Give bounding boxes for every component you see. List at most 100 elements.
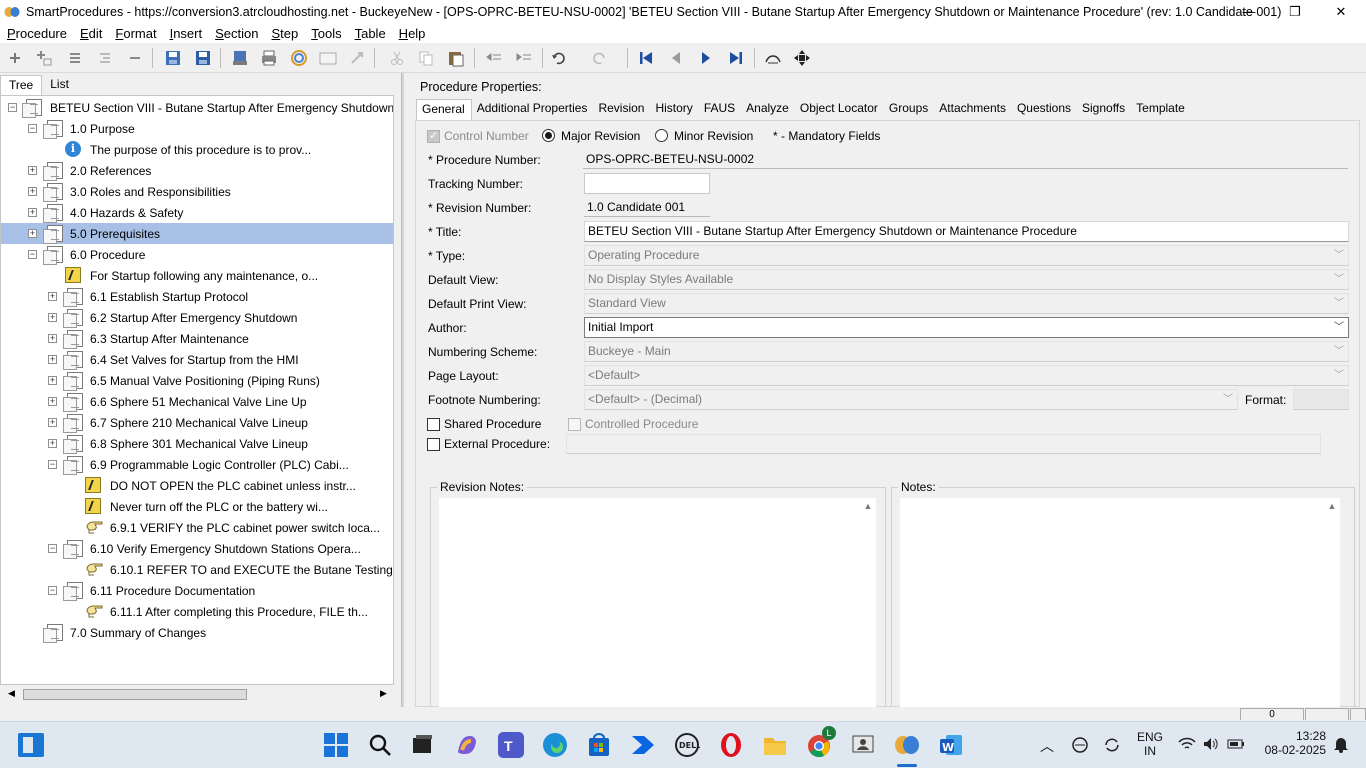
expand-icon[interactable]: + bbox=[28, 166, 37, 175]
previous-icon[interactable] bbox=[665, 47, 687, 69]
scroll-left-arrow[interactable]: ◀ bbox=[8, 688, 15, 699]
copilot-icon[interactable] bbox=[454, 732, 480, 758]
outdent-icon[interactable] bbox=[483, 47, 505, 69]
add-child-icon[interactable] bbox=[33, 47, 55, 69]
first-icon[interactable] bbox=[635, 47, 657, 69]
tab-faus[interactable]: FAUS bbox=[699, 99, 741, 120]
cut-icon[interactable] bbox=[386, 47, 408, 69]
type-select[interactable]: Operating Procedure ﹀ bbox=[584, 245, 1349, 266]
paste-icon[interactable] bbox=[445, 47, 467, 69]
default-view-select[interactable]: No Display Styles Available ﹀ bbox=[584, 269, 1349, 290]
title-input[interactable]: BETEU Section VIII - Butane Startup Afte… bbox=[584, 221, 1349, 242]
close-button[interactable]: ✕ bbox=[1318, 0, 1364, 23]
tab-attachments[interactable]: Attachments bbox=[934, 99, 1012, 120]
tab-history[interactable]: History bbox=[650, 99, 698, 120]
page-layout-select[interactable]: <Default> ﹀ bbox=[584, 365, 1349, 386]
network-sync-icon[interactable] bbox=[1070, 736, 1090, 757]
expand-icon[interactable]: + bbox=[28, 229, 37, 238]
tree-item[interactable]: +6.2 Startup After Emergency Shutdown bbox=[1, 307, 393, 328]
expand-icon[interactable]: + bbox=[48, 355, 57, 364]
expand-icon[interactable]: + bbox=[48, 397, 57, 406]
tab-signoffs[interactable]: Signoffs bbox=[1077, 99, 1131, 120]
expand-icon[interactable]: + bbox=[48, 334, 57, 343]
tree-item[interactable]: − 6.11 Procedure Documentation bbox=[1, 580, 393, 601]
controlled-procedure-checkbox[interactable] bbox=[568, 418, 581, 431]
tree-item[interactable]: Never turn off the PLC or the battery wi… bbox=[1, 496, 393, 517]
tree-item[interactable]: DO NOT OPEN the PLC cabinet unless instr… bbox=[1, 475, 393, 496]
minimize-button[interactable]: — bbox=[1226, 0, 1272, 23]
save-all-icon[interactable] bbox=[162, 47, 184, 69]
volume-icon[interactable] bbox=[1202, 736, 1220, 755]
refresh-icon[interactable] bbox=[288, 47, 310, 69]
teams-icon[interactable]: T bbox=[498, 732, 524, 758]
menu-format[interactable]: Format bbox=[108, 26, 162, 41]
chevron-up-icon[interactable]: ︿ bbox=[1040, 736, 1054, 756]
tab-analyze[interactable]: Analyze bbox=[741, 99, 795, 120]
indent-list-icon[interactable] bbox=[94, 47, 116, 69]
menu-step[interactable]: Step bbox=[264, 26, 304, 41]
expand-icon[interactable]: + bbox=[28, 208, 37, 217]
tree-item[interactable]: For Startup following any maintenance, o… bbox=[1, 265, 393, 286]
page-icon[interactable] bbox=[317, 47, 339, 69]
redo-icon[interactable] bbox=[592, 47, 614, 69]
tree-item[interactable]: +4.0 Hazards & Safety bbox=[1, 202, 393, 223]
last-icon[interactable] bbox=[725, 47, 747, 69]
tree-item[interactable]: 6.10.1 REFER TO and EXECUTE the Butane T… bbox=[1, 559, 393, 580]
clock[interactable]: 13:28 08-02-2025 bbox=[1256, 729, 1328, 757]
collapse-icon[interactable]: − bbox=[48, 544, 57, 553]
notification-icon[interactable] bbox=[1332, 735, 1350, 756]
menu-table[interactable]: Table bbox=[348, 26, 392, 41]
menu-procedure[interactable]: Procedure bbox=[0, 26, 73, 41]
menu-edit[interactable]: Edit bbox=[73, 26, 108, 41]
opera-icon[interactable] bbox=[718, 732, 744, 758]
tab-groups[interactable]: Groups bbox=[884, 99, 934, 120]
menu-tools[interactable]: Tools bbox=[304, 26, 347, 41]
scroll-up-arrow[interactable]: ▲ bbox=[860, 498, 876, 514]
tab-additional-properties[interactable]: Additional Properties bbox=[472, 99, 594, 120]
tree-item[interactable]: +6.8 Sphere 301 Mechanical Valve Lineup bbox=[1, 433, 393, 454]
word-icon[interactable]: W bbox=[938, 732, 964, 758]
remove-icon[interactable] bbox=[124, 47, 146, 69]
move-icon[interactable] bbox=[791, 47, 813, 69]
expand-icon[interactable]: + bbox=[48, 418, 57, 427]
expand-icon[interactable]: + bbox=[48, 439, 57, 448]
tree-item[interactable]: +6.5 Manual Valve Positioning (Piping Ru… bbox=[1, 370, 393, 391]
indent-icon[interactable] bbox=[513, 47, 535, 69]
tree-item[interactable]: − 6.10 Verify Emergency Shutdown Stations… bbox=[1, 538, 393, 559]
default-print-view-select[interactable]: Standard View ﹀ bbox=[584, 293, 1349, 314]
refresh-tray-icon[interactable] bbox=[1102, 736, 1122, 757]
windows-logo-icon[interactable] bbox=[323, 732, 349, 758]
copy-icon[interactable] bbox=[415, 47, 437, 69]
panel-splitter[interactable] bbox=[398, 73, 408, 707]
tree-item[interactable]: +6.1 Establish Startup Protocol bbox=[1, 286, 393, 307]
task-view-icon[interactable] bbox=[18, 733, 44, 757]
menu-help[interactable]: Help bbox=[392, 26, 432, 41]
control-number-checkbox[interactable] bbox=[427, 129, 440, 143]
language-indicator[interactable]: ENG IN bbox=[1134, 730, 1166, 758]
tab-tree[interactable]: Tree bbox=[0, 75, 43, 95]
tree-item[interactable]: +3.0 Roles and Responsibilities bbox=[1, 181, 393, 202]
power-automate-icon[interactable] bbox=[630, 732, 656, 758]
tab-object-locator[interactable]: Object Locator bbox=[795, 99, 884, 120]
collapse-icon[interactable]: − bbox=[8, 103, 17, 112]
scrollbar-thumb[interactable] bbox=[23, 689, 247, 700]
shared-procedure-checkbox[interactable] bbox=[427, 418, 440, 431]
restore-button[interactable]: ❐ bbox=[1272, 0, 1318, 23]
list-icon[interactable] bbox=[64, 47, 86, 69]
expand-icon[interactable]: + bbox=[48, 292, 57, 301]
tree-item[interactable]: − 6.9 Programmable Logic Controller (PLC)… bbox=[1, 454, 393, 475]
edge-icon[interactable] bbox=[542, 732, 568, 758]
add-icon[interactable] bbox=[4, 47, 26, 69]
next-icon[interactable] bbox=[695, 47, 717, 69]
tree-item[interactable]: +2.0 References bbox=[1, 160, 393, 181]
tab-revision[interactable]: Revision bbox=[593, 99, 650, 120]
tree-item[interactable]: − BETEU Section VIII - Butane Startup Aft… bbox=[1, 97, 393, 118]
notes-textarea[interactable]: ▲ bbox=[900, 498, 1340, 709]
collapse-icon[interactable]: − bbox=[28, 124, 37, 133]
tree-item[interactable]: 6.9.1 VERIFY the PLC cabinet power switc… bbox=[1, 517, 393, 538]
tab-questions[interactable]: Questions bbox=[1012, 99, 1077, 120]
tree-item[interactable]: +6.6 Sphere 51 Mechanical Valve Line Up bbox=[1, 391, 393, 412]
author-select[interactable]: Initial Import ﹀ bbox=[584, 317, 1349, 338]
scroll-right-arrow[interactable]: ▶ bbox=[380, 688, 387, 699]
search-icon[interactable] bbox=[367, 732, 393, 758]
